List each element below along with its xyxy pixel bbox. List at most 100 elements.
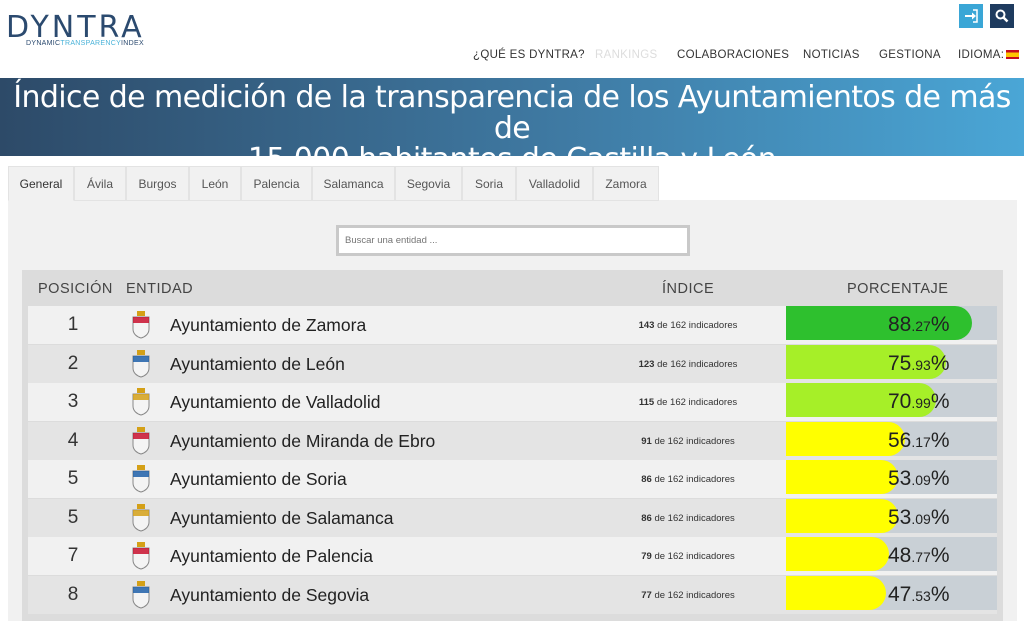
index-score: 86 de 162 indicadores (641, 512, 735, 524)
percent-int: 88 (888, 313, 912, 336)
coat-of-arms-icon (130, 426, 152, 456)
row-position: 7 (67, 545, 79, 566)
percent-value: 88.27% (888, 313, 950, 337)
nav-idioma-label: IDIOMA: (958, 49, 1005, 61)
percent-value: 47.53% (888, 583, 950, 607)
percent-value: 56.17% (888, 429, 950, 453)
tab-palencia[interactable]: Palencia (241, 166, 312, 201)
nav-noticias[interactable]: NOTICIAS (803, 49, 860, 65)
entity-name[interactable]: Ayuntamiento de Segovia (170, 585, 369, 606)
percent-bar-fill (786, 460, 898, 494)
row-position: 2 (67, 352, 79, 374)
percent-int: 53 (888, 467, 912, 490)
percent-symbol: % (930, 582, 950, 606)
coat-of-arms-icon (130, 349, 152, 379)
entity-search-input[interactable] (345, 235, 687, 246)
ranking-table: POSICIÓN ENTIDAD ÍNDICE PORCENTAJE 1 Ayun… (22, 270, 1003, 621)
percent-symbol: % (930, 313, 950, 336)
header-index[interactable]: ÍNDICE (662, 281, 714, 297)
entity-name[interactable]: Ayuntamiento de León (170, 354, 345, 375)
page-title-line1: Índice de medición de la transparencia d… (13, 80, 1011, 146)
header-position[interactable]: POSICIÓN (38, 281, 113, 297)
percent-bar-fill (786, 498, 898, 533)
index-score-value: 79 (641, 551, 652, 562)
index-score: 86 de 162 indicadores (641, 474, 735, 485)
percent-symbol: % (930, 505, 950, 529)
percent-value: 48.77% (888, 544, 950, 568)
row-position: 8 (67, 583, 79, 605)
login-button[interactable] (959, 4, 983, 28)
header-entity[interactable]: ENTIDAD (126, 281, 193, 297)
entity-name[interactable]: Ayuntamiento de Miranda de Ebro (170, 431, 435, 452)
tab-soria[interactable]: Soria (462, 166, 516, 201)
percent-int: 53 (888, 505, 912, 529)
table-row[interactable]: 2 Ayuntamiento de León 123 de 162 indicado… (28, 344, 997, 383)
tab-segovia[interactable]: Segovia (395, 166, 462, 201)
tab-leon[interactable]: León (189, 166, 241, 201)
tab-avila[interactable]: Ávila (74, 166, 126, 201)
table-row[interactable]: 4 Ayuntamiento de Miranda de Ebro 91 de 16… (28, 421, 997, 460)
search-button[interactable] (990, 4, 1014, 28)
logo-tagline-c: INDEX (121, 40, 144, 47)
table-header: POSICIÓN ENTIDAD ÍNDICE PORCENTAJE (22, 270, 1003, 306)
percent-symbol: % (930, 428, 950, 452)
table-row[interactable]: 7 Ayuntamiento de Palencia 79 de 162 indic… (28, 537, 997, 575)
tab-burgos[interactable]: Burgos (126, 166, 189, 201)
row-position: 1 (67, 314, 79, 335)
tab-valladolid[interactable]: Valladolid (516, 166, 593, 201)
nav-que-es-dyntra[interactable]: ¿QUÉ ES DYNTRA? (473, 49, 585, 65)
row-position: 3 (67, 391, 79, 412)
index-score-value: 123 (638, 358, 655, 370)
tab-general[interactable]: General (8, 166, 74, 201)
index-score-value: 86 (641, 512, 652, 524)
percent-dec: .09 (911, 510, 931, 527)
entity-name[interactable]: Ayuntamiento de Soria (170, 469, 347, 490)
percent-bar-fill (786, 575, 886, 610)
entity-name[interactable]: Ayuntamiento de Zamora (170, 315, 366, 336)
percent-value: 70.99% (888, 390, 950, 414)
index-score: 143 de 162 indicadores (638, 320, 738, 331)
table-row[interactable]: 5 Ayuntamiento de Salamanca 86 de 162 indi… (28, 498, 997, 537)
logo-tagline: DYNAMICTRANSPARENCYINDEX (26, 40, 144, 47)
index-score-value: 143 (638, 320, 655, 331)
table-row[interactable]: 1 Ayuntamiento de Zamora 143 de 162 indica… (28, 306, 997, 344)
coat-of-arms-icon (130, 541, 152, 571)
percent-int: 70 (888, 390, 912, 413)
index-score: 77 de 162 indicadores (641, 589, 735, 601)
entity-name[interactable]: Ayuntamiento de Valladolid (170, 392, 380, 413)
entity-name[interactable]: Ayuntamiento de Salamanca (170, 508, 393, 529)
index-score: 115 de 162 indicadores (638, 397, 738, 408)
index-score: 91 de 162 indicadores (641, 435, 735, 447)
entity-name[interactable]: Ayuntamiento de Palencia (170, 546, 373, 567)
percent-int: 75 (888, 351, 912, 375)
index-score-value: 86 (641, 474, 652, 485)
tab-salamanca[interactable]: Salamanca (312, 166, 395, 201)
percent-dec: .27 (911, 318, 931, 334)
percent-dec: .53 (911, 587, 931, 604)
nav-rankings[interactable]: RANKINGS (595, 49, 657, 65)
coat-of-arms-icon (130, 310, 152, 340)
coat-of-arms-icon (130, 580, 152, 610)
table-row[interactable]: 5 Ayuntamiento de Soria 86 de 162 indicado… (28, 460, 997, 498)
table-row[interactable]: 8 Ayuntamiento de Segovia 77 de 162 indica… (28, 575, 997, 614)
tab-zamora[interactable]: Zamora (593, 166, 659, 201)
index-score-value: 77 (641, 589, 652, 601)
percent-value: 53.09% (888, 467, 950, 491)
entity-search-box (336, 225, 690, 256)
percent-value: 53.09% (888, 506, 950, 530)
nav-idioma[interactable]: IDIOMA: (958, 49, 1020, 65)
index-score: 79 de 162 indicadores (641, 551, 735, 562)
percent-symbol: % (930, 467, 950, 490)
table-row[interactable]: 3 Ayuntamiento de Valladolid 115 de 162 in… (28, 383, 997, 421)
header-percent[interactable]: PORCENTAJE (847, 281, 948, 297)
nav-colaboraciones[interactable]: COLABORACIONES (677, 49, 789, 65)
nav-gestiona[interactable]: GESTIONA (879, 49, 941, 65)
percent-int: 48 (888, 544, 912, 567)
percent-symbol: % (930, 351, 950, 375)
dyntra-logo[interactable]: DYNTRA DYNAMICTRANSPARENCYINDEX (6, 10, 166, 52)
percent-int: 47 (888, 582, 912, 606)
index-score-value: 115 (638, 397, 655, 408)
logo-tagline-a: DYNAMIC (26, 40, 61, 47)
percent-value: 75.93% (888, 352, 950, 376)
index-score: 123 de 162 indicadores (638, 358, 738, 370)
